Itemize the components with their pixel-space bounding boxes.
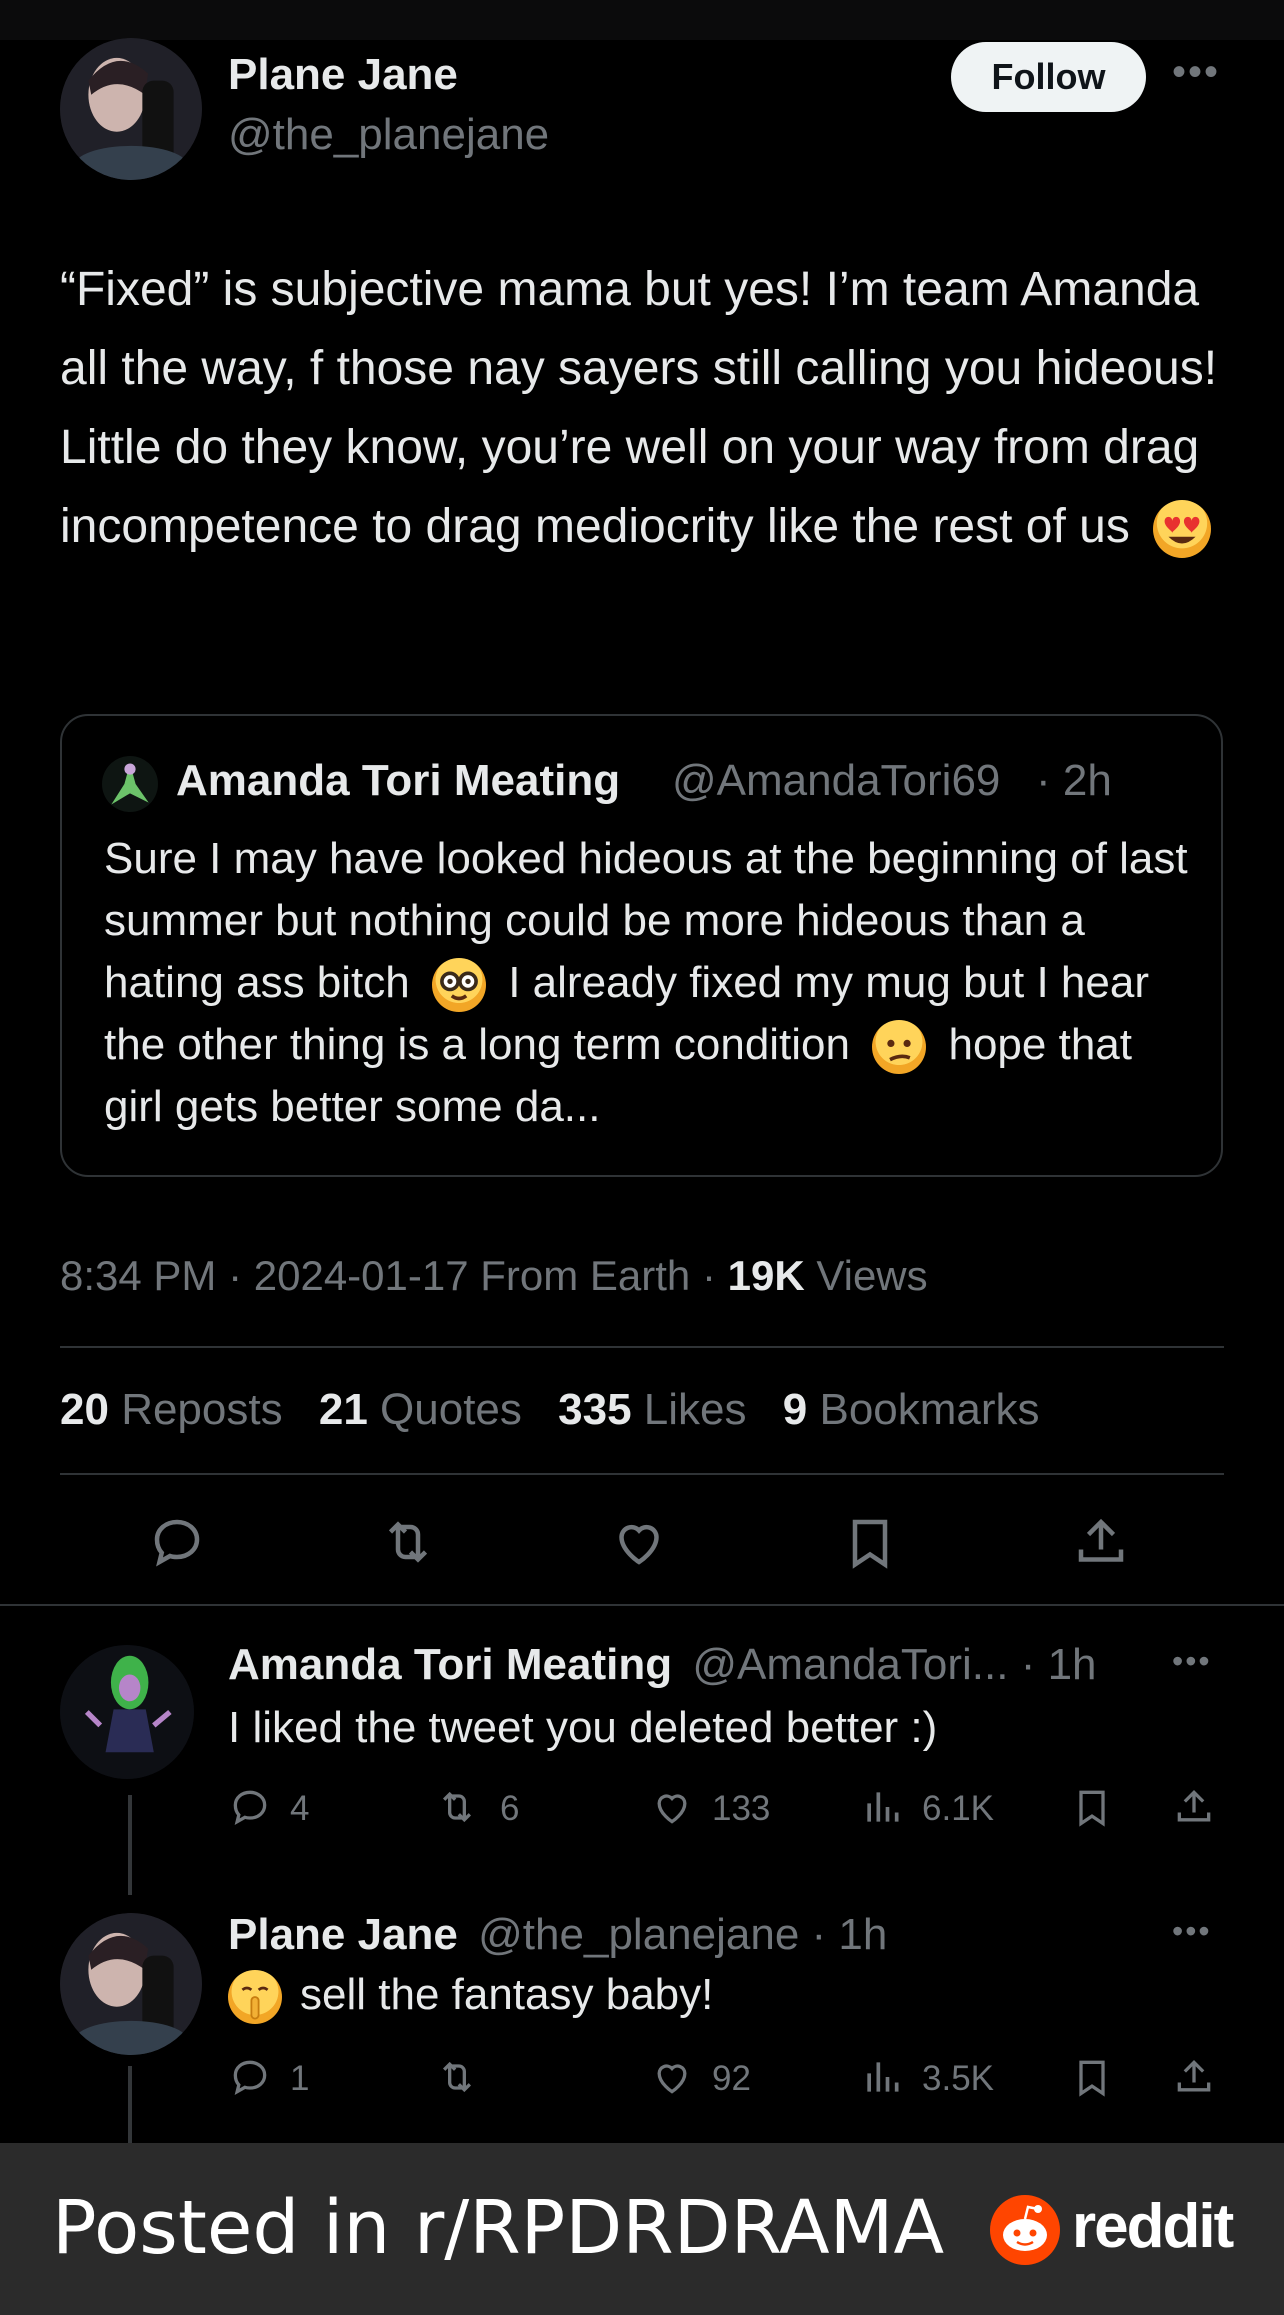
posted-in-label: Posted in r/RPDRDRAMA	[52, 2185, 945, 2271]
bookmark-icon[interactable]	[840, 1512, 900, 1572]
like-icon[interactable]	[650, 2055, 694, 2099]
reply-more-icon[interactable]: •••	[1172, 1645, 1212, 1677]
author-name[interactable]: Plane Jane	[228, 50, 458, 100]
status-bar	[0, 0, 1284, 40]
views-icon[interactable]	[860, 1785, 904, 1829]
post-body: “Fixed” is subjective mama but yes! I’m …	[60, 263, 1218, 553]
bookmark-icon[interactable]	[1070, 1785, 1114, 1829]
thread-line	[128, 2066, 132, 2143]
reply-time: · 1h	[1020, 1640, 1097, 1689]
reply-avatar[interactable]	[60, 1913, 202, 2055]
reply-time: · 1h	[811, 1910, 888, 1959]
repost-icon[interactable]	[435, 1785, 479, 1829]
divider	[60, 1473, 1224, 1475]
views-count: 3.5K	[922, 2059, 994, 2098]
views-icon[interactable]	[860, 2055, 904, 2099]
repost-count: 6	[500, 1789, 520, 1828]
reply-icon[interactable]	[147, 1512, 207, 1572]
reply-avatar-image	[60, 1645, 194, 1779]
reply-handle: @the_planejane	[478, 1910, 800, 1959]
bookmarks-count[interactable]: 9	[783, 1385, 807, 1434]
reply-count: 4	[290, 1789, 310, 1828]
reply-more-icon[interactable]: •••	[1172, 1915, 1212, 1947]
repost-icon[interactable]	[378, 1512, 438, 1572]
quotes-label[interactable]: Quotes	[380, 1385, 522, 1434]
like-count: 92	[712, 2059, 751, 2098]
reply-icon[interactable]	[228, 1785, 272, 1829]
divider	[60, 1346, 1224, 1348]
author-avatar[interactable]	[60, 38, 202, 180]
author-handle[interactable]: @the_planejane	[228, 110, 549, 160]
reply-name: Amanda Tori Meating	[228, 1640, 673, 1689]
share-icon[interactable]	[1071, 1512, 1131, 1572]
views-count: 19K	[727, 1252, 805, 1299]
post-text: “Fixed” is subjective mama but yes! I’m …	[60, 250, 1230, 566]
share-icon[interactable]	[1172, 2055, 1216, 2099]
reply-handle: @AmandaTori...	[692, 1640, 1009, 1689]
reply-count: 1	[290, 2059, 310, 2098]
reposts-count[interactable]: 20	[60, 1385, 109, 1434]
heart-eyes-emoji-icon	[1153, 500, 1212, 559]
divider	[0, 1604, 1284, 1606]
engagement-stats: 20 Reposts 21 Quotes 335 Likes 9 Bookmar…	[60, 1385, 1064, 1435]
follow-button[interactable]: Follow	[951, 42, 1146, 112]
thread-line	[128, 1795, 132, 1895]
bookmarks-label[interactable]: Bookmarks	[819, 1385, 1039, 1434]
quoted-avatar	[102, 756, 158, 812]
reddit-footer-banner: Posted in r/RPDRDRAMA reddit	[0, 2143, 1284, 2315]
like-count: 133	[712, 1789, 771, 1828]
reply-avatar[interactable]	[60, 1645, 194, 1779]
quotes-count[interactable]: 21	[319, 1385, 368, 1434]
confused-face-emoji-icon	[872, 1020, 927, 1075]
shushing-face-emoji-icon	[228, 1970, 282, 2025]
views-label: Views	[816, 1252, 928, 1299]
repost-icon[interactable]	[435, 2055, 479, 2099]
reply-author-name[interactable]: Amanda Tori Meating @AmandaTori... · 1h	[228, 1640, 1097, 1690]
reply-avatar-image	[60, 1913, 202, 2055]
reply-text: I liked the tweet you deleted better :)	[228, 1703, 938, 1752]
reply-text: sell the fantasy baby!	[228, 1970, 714, 2025]
avatar-image	[60, 38, 202, 180]
reply-icon[interactable]	[228, 2055, 272, 2099]
reply-body: sell the fantasy baby!	[300, 1970, 714, 2019]
post-meta: 8:34 PM · 2024-01-17 From Earth · 19K Vi…	[60, 1252, 928, 1300]
share-icon[interactable]	[1172, 1785, 1216, 1829]
reddit-logo-icon	[990, 2195, 1060, 2265]
bookmark-icon[interactable]	[1070, 2055, 1114, 2099]
quoted-timestamp: · 2h	[1036, 756, 1112, 805]
quoted-text: Sure I may have looked hideous at the be…	[104, 828, 1194, 1138]
likes-label[interactable]: Likes	[644, 1385, 747, 1434]
quoted-post-card[interactable]: Amanda Tori Meating @AmandaTori69 · 2h S…	[60, 714, 1223, 1177]
quoted-author-name: Amanda Tori Meating	[176, 756, 621, 805]
like-icon[interactable]	[650, 1785, 694, 1829]
quoted-author-handle: @AmandaTori69	[672, 756, 1001, 805]
post-timestamp: 8:34 PM · 2024-01-17 From Earth ·	[60, 1252, 716, 1299]
reposts-label[interactable]: Reposts	[121, 1385, 282, 1434]
reddit-wordmark: reddit	[1072, 2192, 1234, 2261]
views-count: 6.1K	[922, 1789, 994, 1828]
reply-author-name[interactable]: Plane Jane @the_planejane · 1h	[228, 1910, 887, 1960]
more-options-icon[interactable]: •••	[1172, 52, 1220, 92]
like-icon[interactable]	[609, 1512, 669, 1572]
nerd-face-emoji-icon	[431, 958, 486, 1013]
likes-count[interactable]: 335	[558, 1385, 631, 1434]
reply-name: Plane Jane	[228, 1910, 458, 1959]
